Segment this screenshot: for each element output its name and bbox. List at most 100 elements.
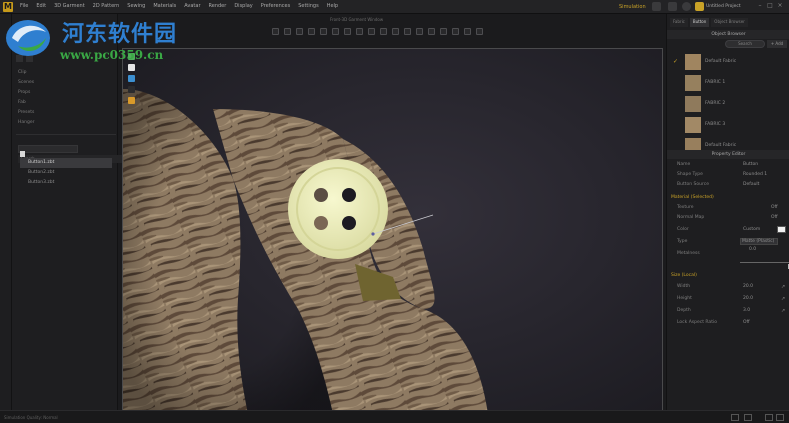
prop-label: Normal Map — [677, 215, 705, 220]
workspace-label[interactable]: Simulation — [619, 4, 646, 10]
prop-value[interactable]: Off — [743, 319, 750, 327]
snapshot-tool-icon[interactable] — [404, 27, 411, 35]
menu-display[interactable]: Display — [234, 3, 252, 9]
menu-sewing[interactable]: Sewing — [127, 3, 145, 9]
library-item-presets[interactable]: Presets — [18, 108, 34, 118]
right-panel-tabs: Fabric Button Object Browser — [667, 18, 789, 27]
display-light-icon[interactable] — [128, 97, 135, 104]
layout-quad-icon[interactable] — [776, 414, 784, 421]
display-tool-icon[interactable] — [452, 27, 459, 35]
menu-avatar[interactable]: Avatar — [184, 3, 200, 9]
file-row-button2[interactable]: Button2.zbt — [20, 168, 112, 178]
library-item-fab[interactable]: Fab — [18, 98, 34, 108]
prop-value[interactable]: Default — [743, 181, 759, 189]
camera-icon[interactable] — [668, 2, 677, 11]
prop-label: Width — [677, 284, 691, 289]
prop-value[interactable]: 20.0 — [743, 295, 753, 303]
library-item-clip[interactable]: Clip — [18, 68, 34, 78]
avatar-icon[interactable] — [682, 2, 691, 11]
viewport-title: Front-3D Garment Window — [330, 17, 384, 22]
display-garment-icon[interactable] — [128, 64, 135, 71]
fabric-item[interactable]: ✓ Default Fabric — [669, 52, 788, 72]
add-fabric-button[interactable]: + Add — [767, 40, 787, 48]
prop-label: Metalness — [677, 251, 700, 256]
color-swatch[interactable] — [777, 226, 786, 233]
library-item-scenes[interactable]: Scenes — [18, 78, 34, 88]
menu-2d-pattern[interactable]: 2D Pattern — [93, 3, 120, 9]
layout-split-icon[interactable] — [744, 414, 752, 421]
menu-materials[interactable]: Materials — [153, 3, 176, 9]
3d-viewport[interactable] — [122, 48, 663, 413]
folder-path-box[interactable] — [18, 145, 78, 153]
file-row-button3[interactable]: Button3.zbt — [20, 178, 112, 188]
menu-help[interactable]: Help — [327, 3, 338, 9]
maximize-icon[interactable]: □ — [767, 3, 773, 9]
garment-scene — [123, 49, 662, 412]
tab-fabric[interactable]: Fabric — [670, 18, 688, 27]
prop-label: Name — [677, 162, 691, 167]
fabric-name: Default Fabric — [705, 59, 737, 64]
menu-3d-garment[interactable]: 3D Garment — [54, 3, 85, 9]
link-icon[interactable]: ↗ — [781, 307, 785, 315]
render-tool-icon[interactable] — [476, 27, 483, 35]
prop-value[interactable]: Button — [743, 161, 758, 169]
fabric-item[interactable]: FABRIC 2 — [669, 94, 788, 114]
user-icon[interactable] — [695, 2, 704, 11]
menu-settings[interactable]: Settings — [298, 3, 319, 9]
prop-value[interactable]: 3.0 — [743, 307, 750, 315]
pin-tool-icon[interactable] — [320, 27, 327, 35]
file-row-button1[interactable]: Button1.zbt — [20, 158, 112, 168]
file-list: Button1.zbt Button2.zbt Button3.zbt — [20, 158, 112, 188]
texture-tool-icon[interactable] — [464, 27, 471, 35]
prop-value[interactable]: Off — [771, 204, 778, 212]
tab-object-browser[interactable]: Object Browser — [711, 18, 748, 27]
move-tool-icon[interactable] — [284, 27, 291, 35]
link-icon[interactable]: ↗ — [781, 283, 785, 291]
settings-icon[interactable] — [652, 2, 661, 11]
folder-icon[interactable] — [20, 151, 25, 157]
prop-value[interactable]: Off — [771, 214, 778, 222]
avatar-tool-icon[interactable] — [440, 27, 447, 35]
divider — [16, 134, 116, 135]
material-section-title[interactable]: Material (Selected) — [671, 194, 783, 202]
menu-file[interactable]: File — [20, 3, 28, 9]
topstitch-tool-icon[interactable] — [368, 27, 375, 35]
layout-single-icon[interactable] — [731, 414, 739, 421]
minimize-icon[interactable]: – — [757, 3, 763, 9]
fabric-item[interactable]: FABRIC 3 — [669, 115, 788, 135]
app-logo[interactable]: M — [3, 2, 13, 12]
button-object[interactable] — [288, 159, 388, 259]
link-icon[interactable]: ↗ — [781, 295, 785, 303]
prop-value[interactable]: Rounded 1 — [743, 171, 767, 179]
menu-items: File Edit 3D Garment 2D Pattern Sewing M… — [20, 3, 338, 9]
metalness-slider[interactable] — [740, 262, 789, 269]
select-tool-icon[interactable] — [272, 27, 279, 35]
menu-render[interactable]: Render — [209, 3, 227, 9]
gizmo-handle[interactable] — [371, 232, 375, 236]
measure-tool-icon[interactable] — [380, 27, 387, 35]
layout-grid-icon[interactable] — [765, 414, 773, 421]
menu-preferences[interactable]: Preferences — [261, 3, 290, 9]
simulate-tool-icon[interactable] — [416, 27, 423, 35]
object-search-input[interactable]: Search — [725, 40, 765, 48]
library-item-props[interactable]: Props — [18, 88, 34, 98]
close-icon[interactable]: × — [777, 3, 783, 9]
menu-edit[interactable]: Edit — [36, 3, 46, 9]
buttonhole-tool-icon[interactable] — [356, 27, 363, 35]
rotate-tool-icon[interactable] — [296, 27, 303, 35]
prop-width: Width 20.0 ↗ — [677, 283, 789, 291]
camera-tool-icon[interactable] — [392, 27, 399, 35]
tack-tool-icon[interactable] — [332, 27, 339, 35]
size-section-title[interactable]: Size (Local) — [671, 272, 783, 280]
display-texture-icon[interactable] — [128, 75, 135, 82]
library-item-hanger[interactable]: Hanger — [18, 118, 34, 128]
prop-label: Height — [677, 296, 692, 301]
stop-tool-icon[interactable] — [428, 27, 435, 35]
button-tool-icon[interactable] — [344, 27, 351, 35]
tab-button[interactable]: Button — [689, 18, 710, 27]
fold-tool-icon[interactable] — [308, 27, 315, 35]
prop-depth: Depth 3.0 ↗ — [677, 307, 789, 315]
fabric-item[interactable]: FABRIC 1 — [669, 73, 788, 93]
prop-value[interactable]: 20.0 — [743, 283, 753, 291]
menu-bar: M File Edit 3D Garment 2D Pattern Sewing… — [0, 0, 789, 14]
